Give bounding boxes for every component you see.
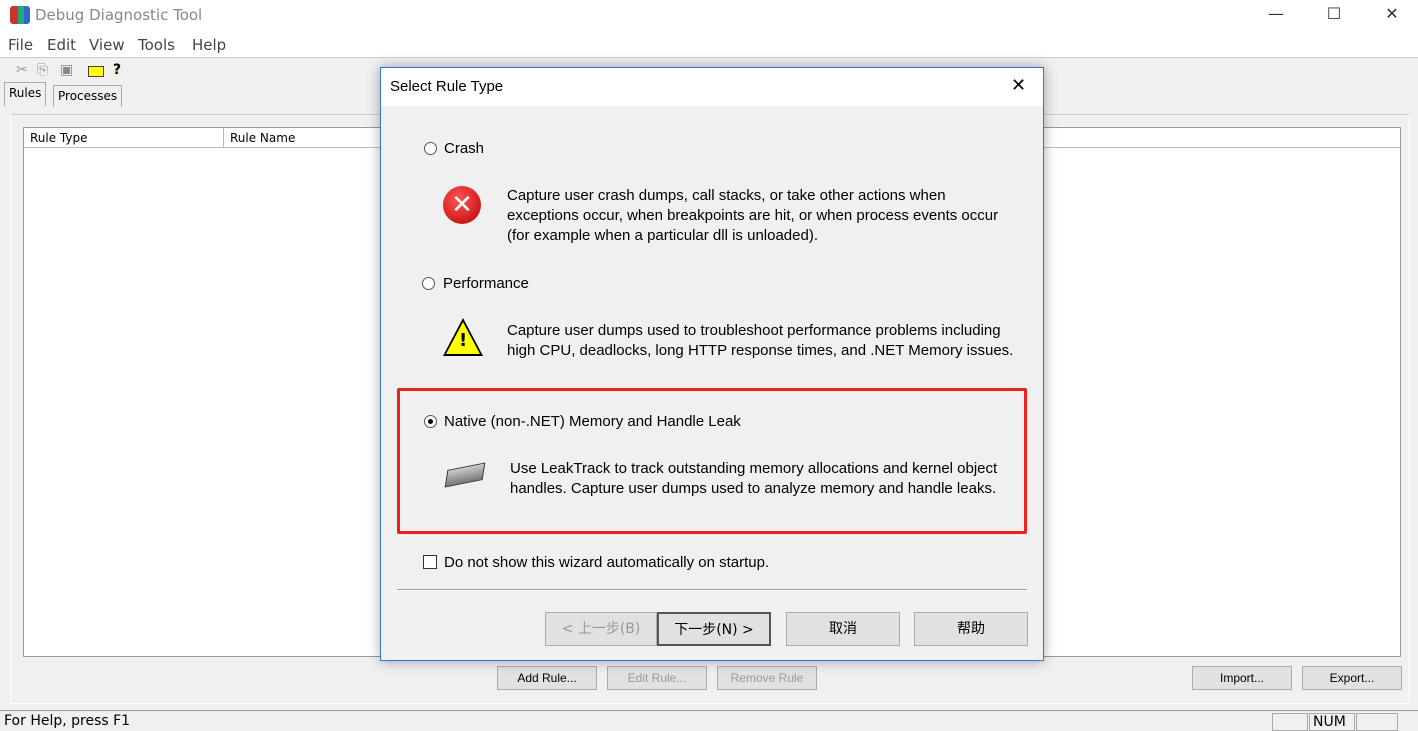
performance-label[interactable]: Performance <box>443 275 529 292</box>
close-button[interactable]: ✕ <box>1372 4 1412 23</box>
performance-description: Capture user dumps used to troubleshoot … <box>507 322 1014 359</box>
column-rule-type[interactable]: Rule Type <box>24 128 224 148</box>
dialog-close-button[interactable]: ✕ <box>1011 75 1026 96</box>
native-leak-radio[interactable] <box>424 415 437 428</box>
menu-tools[interactable]: Tools <box>138 36 175 54</box>
crash-radio[interactable] <box>424 142 437 155</box>
tab-rules[interactable]: Rules <box>4 82 47 106</box>
menu-bar: File Edit View Tools Help <box>0 32 1418 58</box>
divider <box>397 589 1027 591</box>
dialog-title-bar: Select Rule Type ✕ <box>381 68 1043 106</box>
help-button[interactable]: 帮助 <box>914 612 1028 646</box>
paste-icon[interactable]: ▣ <box>60 62 73 78</box>
next-button[interactable]: 下一步(N) > <box>657 612 771 646</box>
edit-rule-button[interactable]: Edit Rule... <box>607 666 707 690</box>
crash-description: Capture user crash dumps, call stacks, o… <box>507 187 999 244</box>
help-icon[interactable]: ? <box>113 62 121 78</box>
menu-edit[interactable]: Edit <box>47 36 76 54</box>
warning-icon: ! <box>443 318 483 356</box>
menu-help[interactable]: Help <box>192 36 226 54</box>
native-leak-description: Use LeakTrack to track outstanding memor… <box>510 460 998 497</box>
error-icon: ✕ <box>443 186 481 224</box>
dialog-title: Select Rule Type <box>390 78 504 95</box>
maximize-button[interactable]: ☐ <box>1314 4 1354 23</box>
copy-icon[interactable]: ⎘ <box>37 62 48 78</box>
native-leak-label[interactable]: Native (non-.NET) Memory and Handle Leak <box>444 413 741 430</box>
add-rule-button[interactable]: Add Rule... <box>497 666 597 690</box>
status-text: For Help, press F1 <box>4 713 131 729</box>
menu-view[interactable]: View <box>89 36 125 54</box>
dont-show-checkbox[interactable] <box>423 555 437 569</box>
app-icon <box>10 6 30 24</box>
open-folder-icon[interactable] <box>88 66 104 77</box>
back-button[interactable]: < 上一步(B) <box>545 612 657 646</box>
num-lock-indicator: NUM <box>1309 713 1355 731</box>
select-rule-type-dialog: Select Rule Type ✕ Crash ✕ Capture user … <box>380 67 1044 661</box>
crash-label[interactable]: Crash <box>444 140 484 157</box>
remove-rule-button[interactable]: Remove Rule <box>717 666 817 690</box>
dont-show-label[interactable]: Do not show this wizard automatically on… <box>444 554 769 571</box>
status-pane <box>1356 713 1398 731</box>
status-pane <box>1272 713 1308 731</box>
menu-file[interactable]: File <box>8 36 33 54</box>
cancel-button[interactable]: 取消 <box>786 612 900 646</box>
import-button[interactable]: Import... <box>1192 666 1292 690</box>
minimize-button[interactable]: — <box>1256 4 1296 23</box>
title-bar: Debug Diagnostic Tool — ☐ ✕ <box>0 0 1418 32</box>
status-bar: For Help, press F1 NUM <box>0 710 1418 731</box>
performance-radio[interactable] <box>422 277 435 290</box>
tab-processes[interactable]: Processes <box>53 85 123 107</box>
cut-icon[interactable]: ✂ <box>16 62 28 78</box>
export-button[interactable]: Export... <box>1302 666 1402 690</box>
app-title: Debug Diagnostic Tool <box>35 6 203 24</box>
